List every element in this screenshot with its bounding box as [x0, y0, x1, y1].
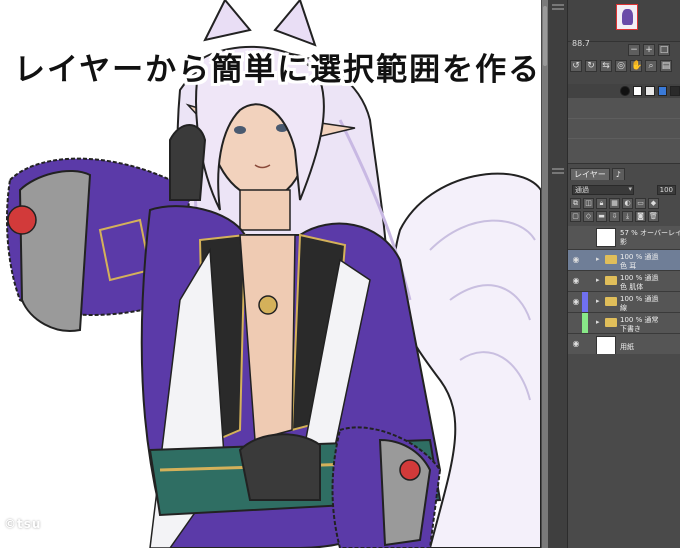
- right-panel: 88.7 − + □ ↺ ↻ ⇆ ◎ ✋ ⌕ ▤ レイヤー ♪ 通過 ▾ 100…: [548, 0, 680, 548]
- rotate-left-icon[interactable]: ↺: [570, 60, 582, 72]
- zoom-in-icon[interactable]: +: [643, 44, 655, 56]
- new-folder-icon[interactable]: ▬: [596, 211, 607, 222]
- tab-layer[interactable]: レイヤー: [570, 168, 610, 180]
- layer-name: 色 耳: [620, 262, 637, 270]
- layer-panel: レイヤー ♪ 通過 100 ⧉ ◫ 🔒︎ ▦ ◐ ▭ ◆ ▢: [568, 164, 680, 548]
- hand-icon[interactable]: ✋: [630, 60, 642, 72]
- dock-grip[interactable]: [552, 4, 564, 6]
- tab-other[interactable]: ♪: [611, 168, 625, 180]
- layer-thumbnail: [596, 228, 616, 247]
- scrollbar-thumb[interactable]: [543, 6, 547, 66]
- new-layer-icon[interactable]: ▢: [570, 211, 581, 222]
- lock-alpha-icon[interactable]: ▦: [609, 198, 620, 209]
- layer-name: 用紙: [620, 343, 634, 351]
- eye-icon[interactable]: ◉: [571, 297, 581, 307]
- layer-row-ears[interactable]: ◉ ▸ 100 % 通過 色 耳: [568, 250, 680, 271]
- add-mask-icon[interactable]: ◙: [635, 211, 646, 222]
- zoom-out-icon[interactable]: −: [628, 44, 640, 56]
- delete-layer-icon[interactable]: 🗑︎: [648, 211, 659, 222]
- navigator-panel: [568, 0, 680, 42]
- nav-buttons-row2: ↺ ↻ ⇆ ◎ ✋ ⌕ ▤: [570, 60, 672, 74]
- color-row: [568, 84, 680, 98]
- layer-panel-tabs: レイヤー ♪: [568, 168, 680, 180]
- layer-name: 色 肌体: [620, 283, 644, 291]
- layer-toolbar: ⧉ ◫ 🔒︎ ▦ ◐ ▭ ◆ ▢ ◇ ▬ ⇩ ⤓ ◙ 🗑︎: [570, 198, 678, 226]
- dock-grip[interactable]: [552, 8, 564, 10]
- opacity-value[interactable]: 100: [656, 184, 676, 195]
- fit-icon[interactable]: □: [658, 44, 670, 56]
- layer-panel-empty-space: [568, 354, 680, 548]
- dock-grip[interactable]: [552, 172, 564, 174]
- mask-icon[interactable]: ◐: [622, 198, 633, 209]
- layer-name: 下書き: [620, 325, 641, 333]
- folder-icon: [605, 276, 617, 285]
- rotate-right-icon[interactable]: ↻: [585, 60, 597, 72]
- zoom-value: 88.7: [572, 39, 590, 48]
- reset-icon[interactable]: ◎: [615, 60, 627, 72]
- eye-icon[interactable]: ◉: [571, 255, 581, 265]
- reference-icon[interactable]: ◫: [583, 198, 594, 209]
- layer-row-body[interactable]: ◉ ▸ 100 % 通過 色 肌体: [568, 271, 680, 292]
- clip-icon[interactable]: ⧉: [570, 198, 581, 209]
- layer-option-icon[interactable]: ▤: [660, 60, 672, 72]
- layer-mode: 57 % オーバーレイ: [620, 229, 680, 237]
- navigator-thumbnail[interactable]: [616, 4, 638, 30]
- folder-caret-icon[interactable]: ▸: [596, 318, 600, 326]
- canvas-area[interactable]: レイヤーから簡単に選択範囲を作る方法 ©tsu: [0, 0, 548, 548]
- sub-color-swatch[interactable]: [632, 86, 643, 96]
- flip-icon[interactable]: ⇆: [600, 60, 612, 72]
- layer-row-shadow[interactable]: 57 % オーバーレイ 影: [568, 226, 680, 250]
- panel-dock[interactable]: [548, 0, 568, 548]
- eye-icon[interactable]: ◉: [571, 276, 581, 286]
- folder-caret-icon[interactable]: ▸: [596, 255, 600, 263]
- nav-buttons-row1: − + □: [628, 44, 670, 58]
- transparent-swatch[interactable]: [645, 86, 655, 96]
- blend-mode-select[interactable]: 通過: [572, 184, 634, 195]
- layer-color-tag: [582, 313, 588, 333]
- zoom-tool-icon[interactable]: ⌕: [645, 60, 657, 72]
- swatch-menu[interactable]: [670, 86, 680, 96]
- canvas-vertical-scrollbar[interactable]: [541, 0, 548, 548]
- folder-caret-icon[interactable]: ▸: [596, 297, 600, 305]
- watermark: ©tsu: [4, 517, 42, 531]
- folder-icon: [605, 255, 617, 264]
- panel-main: 88.7 − + □ ↺ ↻ ⇆ ◎ ✋ ⌕ ▤ レイヤー ♪ 通過 ▾ 100…: [568, 0, 680, 548]
- blue-swatch[interactable]: [657, 86, 668, 96]
- main-color-swatch[interactable]: [620, 86, 630, 96]
- empty-panel-area: [568, 98, 680, 164]
- layer-row-lines[interactable]: ◉ ▸ 100 % 通過 線: [568, 292, 680, 313]
- folder-icon: [605, 297, 617, 306]
- folder-caret-icon[interactable]: ▸: [596, 276, 600, 284]
- eye-icon[interactable]: ◉: [571, 339, 581, 349]
- layer-list: 57 % オーバーレイ 影 ◉ ▸ 100 % 通過 色 耳 ◉ ▸ 100 %…: [568, 226, 680, 358]
- layer-color-tag: [582, 292, 588, 312]
- layer-name: 影: [620, 238, 627, 246]
- palette-color-icon[interactable]: ◆: [648, 198, 659, 209]
- title-banner: レイヤーから簡単に選択範囲を作る方法: [14, 52, 541, 88]
- ruler-icon[interactable]: ▭: [635, 198, 646, 209]
- canvas-paper[interactable]: レイヤーから簡単に選択範囲を作る方法 ©tsu: [0, 0, 541, 548]
- transfer-down-icon[interactable]: ⇩: [609, 211, 620, 222]
- merge-down-icon[interactable]: ⤓: [622, 211, 633, 222]
- layer-row-sketch[interactable]: ▸ 100 % 通常 下書き: [568, 313, 680, 334]
- layer-name: 線: [620, 304, 627, 312]
- dock-grip[interactable]: [552, 168, 564, 170]
- folder-icon: [605, 318, 617, 327]
- new-vector-layer-icon[interactable]: ◇: [583, 211, 594, 222]
- blend-row: 通過 100: [572, 184, 676, 195]
- navigator-toolbar: 88.7 − + □ ↺ ↻ ⇆ ◎ ✋ ⌕ ▤: [568, 39, 680, 84]
- lock-icon[interactable]: 🔒︎: [596, 198, 607, 209]
- paper-thumbnail: [596, 336, 616, 355]
